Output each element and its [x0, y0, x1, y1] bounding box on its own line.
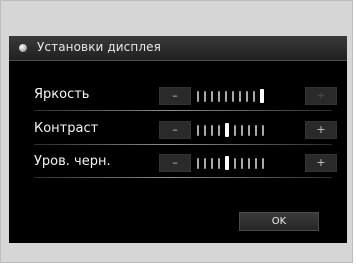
- slider-tick: [211, 157, 213, 169]
- setting-row-contrast: Контраст – +: [34, 119, 337, 145]
- slider-tick: [241, 157, 243, 169]
- slider-tick: [262, 124, 264, 136]
- contrast-increase-button[interactable]: +: [305, 121, 337, 139]
- slider-tick: [218, 157, 220, 169]
- slider-tick: [197, 90, 199, 102]
- slider-thumb: [225, 156, 229, 170]
- brightness-slider[interactable]: [197, 89, 299, 103]
- settings-dot-icon: [19, 44, 27, 52]
- slider-tick: [218, 124, 220, 136]
- page-title: Установки дисплея: [37, 40, 161, 54]
- black-level-decrease-button[interactable]: –: [159, 154, 191, 172]
- slider-tick: [246, 90, 248, 102]
- slider-tick: [204, 90, 206, 102]
- contrast-slider[interactable]: [197, 123, 299, 137]
- slider-tick: [197, 124, 199, 136]
- setting-row-brightness: Яркость – +: [34, 85, 337, 111]
- screenshot-frame: Установки дисплея Яркость – + Контраст –…: [0, 0, 353, 263]
- black-level-increase-button[interactable]: +: [305, 154, 337, 172]
- settings-panel: Яркость – + Контраст – + Уров. черн. – +…: [9, 61, 347, 243]
- slider-tick: [197, 157, 199, 169]
- slider-tick: [241, 124, 243, 136]
- slider-tick: [211, 124, 213, 136]
- brightness-decrease-button[interactable]: –: [159, 87, 191, 105]
- slider-tick: [234, 124, 236, 136]
- slider-tick: [239, 90, 241, 102]
- slider-tick: [253, 90, 255, 102]
- slider-tick: [204, 124, 206, 136]
- setting-row-black-level: Уров. черн. – +: [34, 152, 337, 178]
- slider-tick: [225, 90, 227, 102]
- slider-tick: [204, 157, 206, 169]
- contrast-label: Контраст: [34, 121, 99, 136]
- brightness-increase-button[interactable]: +: [305, 87, 337, 105]
- slider-tick: [234, 157, 236, 169]
- slider-tick: [211, 90, 213, 102]
- slider-thumb: [225, 123, 229, 137]
- slider-tick: [255, 157, 257, 169]
- title-bar: Установки дисплея: [9, 36, 347, 61]
- slider-tick: [218, 90, 220, 102]
- display-settings-screen: Установки дисплея Яркость – + Контраст –…: [9, 36, 347, 243]
- slider-tick: [248, 124, 250, 136]
- slider-tick: [232, 90, 234, 102]
- black-level-label: Уров. черн.: [34, 154, 111, 169]
- slider-tick: [255, 124, 257, 136]
- slider-tick: [248, 157, 250, 169]
- brightness-label: Яркость: [34, 87, 90, 102]
- contrast-decrease-button[interactable]: –: [159, 121, 191, 139]
- ok-button[interactable]: OK: [239, 212, 319, 231]
- slider-tick: [262, 157, 264, 169]
- slider-thumb: [260, 89, 264, 103]
- black-level-slider[interactable]: [197, 156, 299, 170]
